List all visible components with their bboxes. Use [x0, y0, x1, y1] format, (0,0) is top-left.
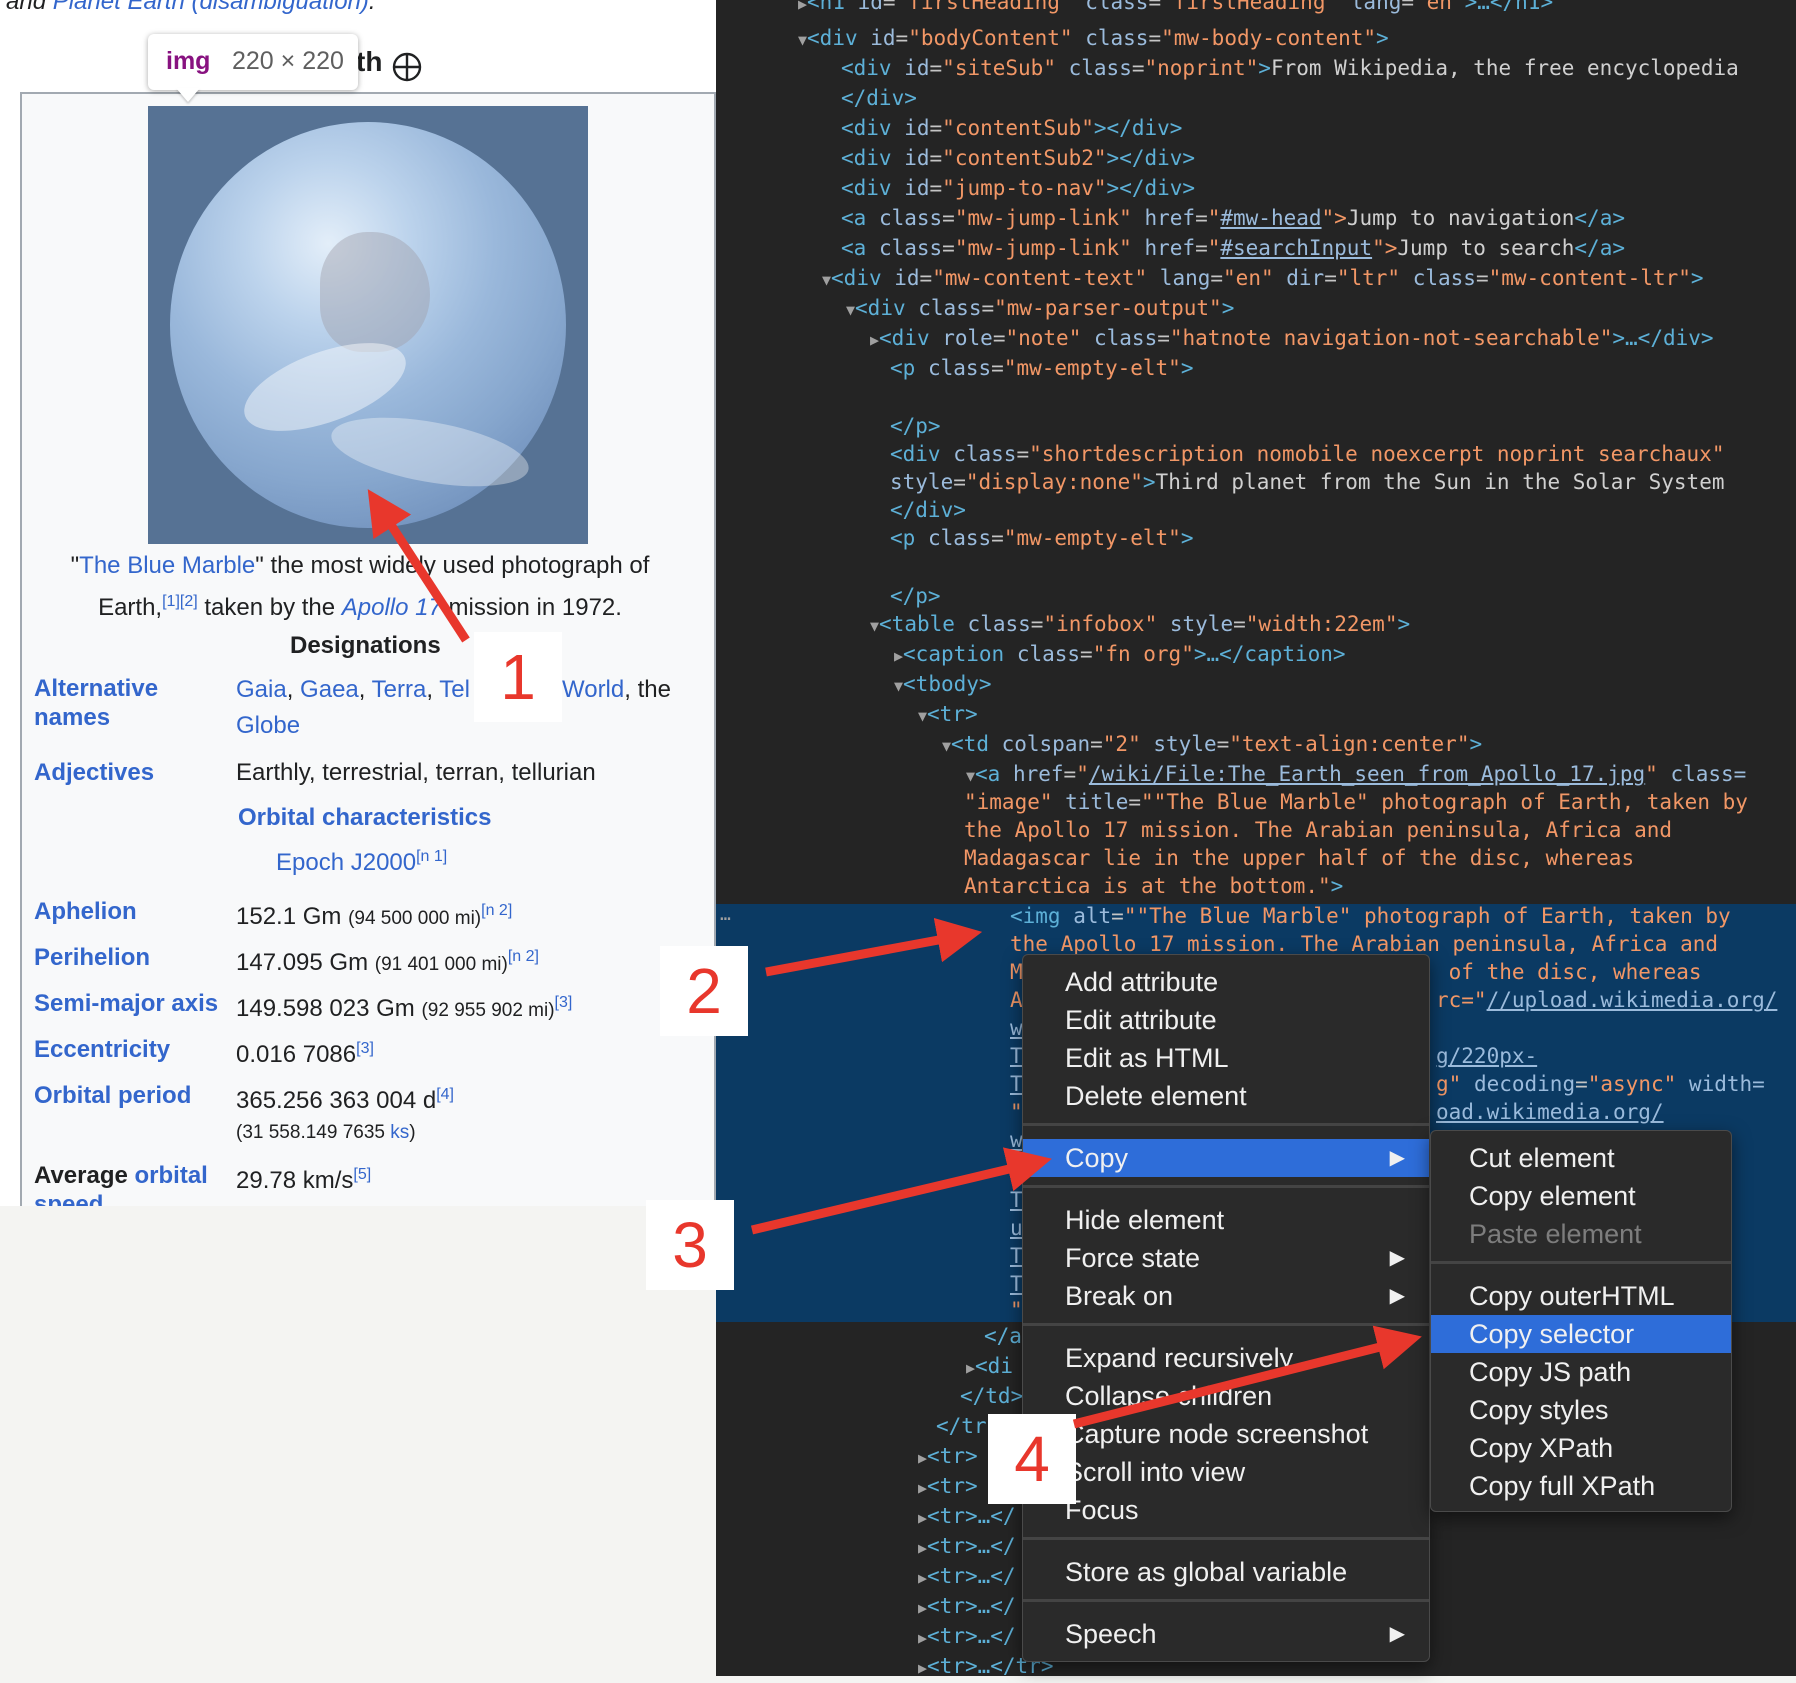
- arrow-2: [765, 917, 983, 977]
- arrow-1: [367, 489, 470, 643]
- arrow-4: [1072, 1325, 1422, 1429]
- arrow-3: [750, 1147, 1052, 1235]
- annotation-arrows: [367, 489, 1422, 1429]
